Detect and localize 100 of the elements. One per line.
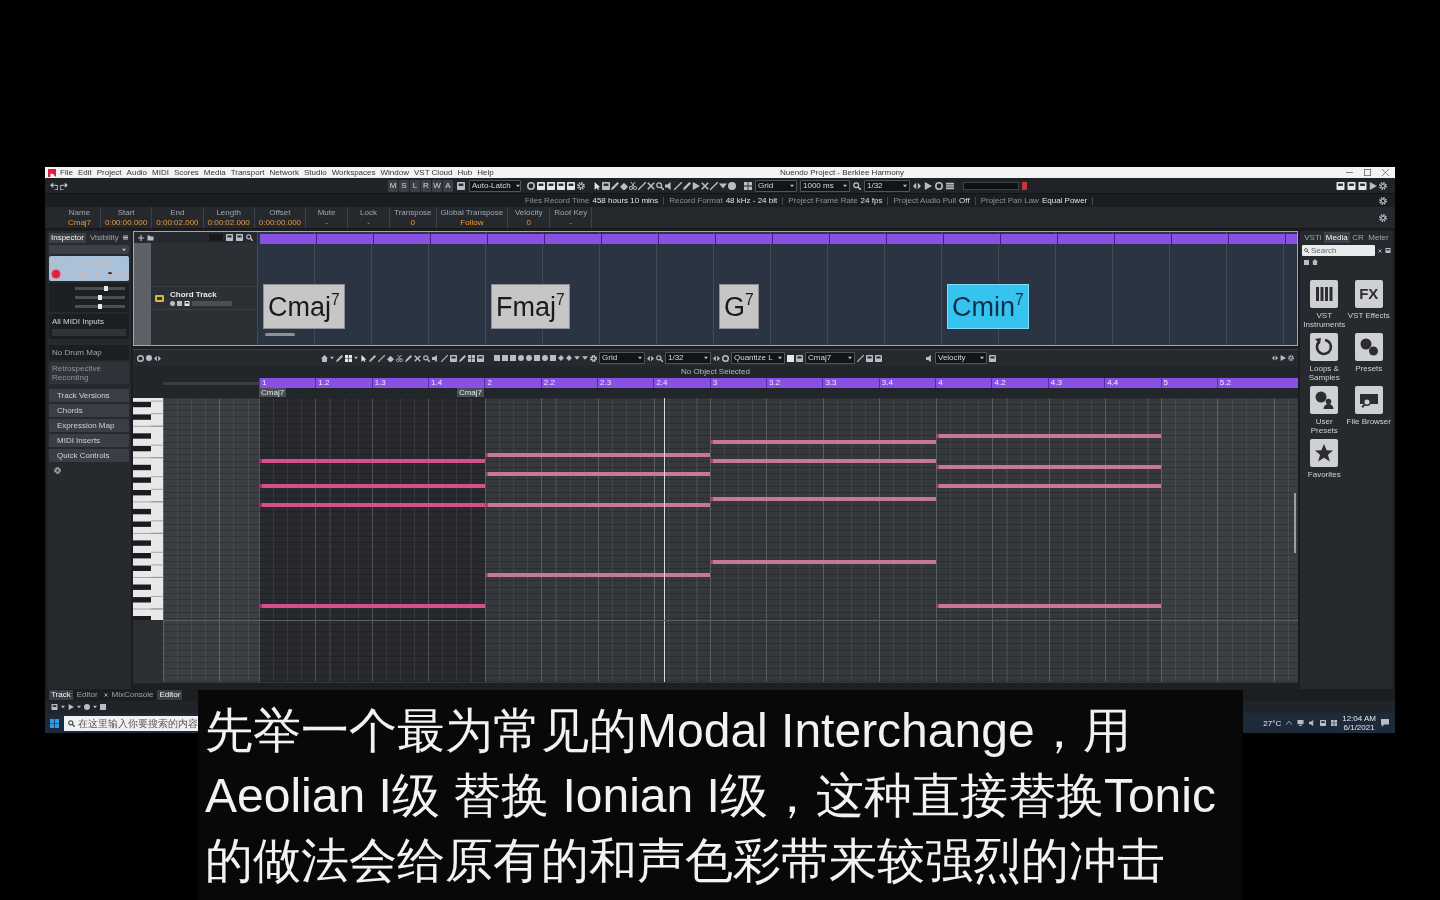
speaker-icon[interactable] — [665, 181, 673, 190]
dot-icon[interactable] — [542, 355, 548, 361]
chord-event[interactable]: Fmaj$^{7}$ — [491, 284, 570, 329]
magnifier-icon[interactable] — [853, 181, 861, 190]
pencil-icon[interactable] — [336, 354, 343, 362]
midi-output-field[interactable] — [52, 329, 126, 336]
panel-icon[interactable] — [875, 354, 882, 362]
scissors-icon[interactable] — [629, 181, 637, 190]
panel-icon[interactable] — [1320, 720, 1327, 726]
panel-icon[interactable] — [567, 181, 575, 190]
zone-tab[interactable]: CR — [1349, 232, 1366, 243]
line-tool-icon[interactable] — [638, 181, 646, 190]
info-value[interactable]: 0:00:00.000 — [258, 218, 302, 227]
cross-icon[interactable] — [1378, 248, 1382, 253]
gear-icon[interactable] — [1288, 355, 1294, 361]
retrospective-recording-dropdown[interactable]: Retrospective Recording — [49, 362, 129, 384]
midi-note[interactable] — [710, 459, 936, 464]
scrollbar-track[interactable] — [133, 682, 1298, 689]
close-icon[interactable] — [1382, 169, 1389, 176]
menu-item[interactable]: MIDI — [152, 167, 169, 178]
pencil-icon[interactable] — [369, 354, 376, 362]
midi-note[interactable] — [484, 452, 710, 457]
speaker-icon[interactable] — [432, 354, 439, 362]
panel-icon[interactable] — [557, 181, 565, 190]
inspector-tab[interactable]: Visibility — [87, 232, 121, 243]
search-field[interactable]: Search — [1302, 245, 1375, 256]
controller-dropdown[interactable]: Velocity — [935, 352, 987, 364]
panel-icon[interactable] — [51, 704, 58, 710]
info-value[interactable]: 0 — [526, 218, 531, 227]
media-tile[interactable]: Loops & Samples — [1302, 333, 1347, 382]
dot-icon[interactable] — [146, 355, 152, 361]
caret-icon[interactable] — [61, 705, 65, 709]
chord-event-label[interactable]: Cmaj7 — [259, 388, 287, 397]
info-value[interactable]: Cmaj7 — [67, 218, 92, 227]
panel-icon[interactable] — [602, 181, 610, 190]
chord-event[interactable]: Cmaj$^{7}$ — [263, 284, 345, 329]
slider-thumb[interactable] — [104, 286, 108, 291]
panel-icon[interactable] — [1347, 181, 1356, 190]
ring-icon[interactable] — [935, 181, 943, 190]
ring-icon[interactable] — [722, 354, 729, 362]
state-button[interactable]: S — [399, 179, 409, 192]
bars-icon[interactable] — [946, 181, 954, 190]
midi-note[interactable] — [710, 496, 936, 501]
panel-icon[interactable] — [477, 354, 484, 362]
panel-icon[interactable] — [184, 301, 190, 306]
caret-icon[interactable] — [77, 705, 81, 709]
inspector-section[interactable]: Quick Controls — [49, 449, 129, 462]
midi-note[interactable] — [935, 433, 1161, 438]
panel-icon[interactable] — [1358, 181, 1367, 190]
slider-track[interactable] — [75, 305, 125, 308]
snap-type-dropdown[interactable]: Grid — [755, 179, 797, 192]
ring-icon[interactable] — [527, 181, 535, 190]
magnifier-icon[interactable] — [656, 354, 663, 362]
media-tile[interactable]: Favorites — [1302, 439, 1347, 479]
panel-icon[interactable] — [106, 271, 113, 277]
menu-item[interactable]: Media — [203, 167, 226, 178]
panel-icon[interactable] — [236, 234, 243, 241]
track-row[interactable]: Chord Track — [151, 286, 257, 310]
midi-note[interactable] — [259, 459, 485, 464]
grid-icon[interactable] — [744, 181, 752, 190]
info-value[interactable]: - — [569, 218, 573, 227]
line-tool-icon[interactable] — [378, 354, 385, 362]
midi-input-dropdown[interactable]: All MIDI Inputs — [52, 317, 126, 326]
panel-icon[interactable] — [547, 181, 555, 190]
state-button[interactable]: R — [421, 179, 431, 192]
info-value[interactable]: - — [325, 218, 328, 227]
menu-item[interactable]: VST Cloud — [413, 167, 453, 178]
dot-icon[interactable] — [518, 355, 524, 361]
panel-icon[interactable] — [450, 354, 457, 362]
slider-track[interactable] — [75, 296, 125, 299]
quantize-dropdown[interactable]: 1/32 — [864, 179, 910, 192]
dot-icon[interactable] — [526, 355, 532, 361]
automation-mode-dropdown[interactable]: Auto-Latch — [469, 179, 521, 192]
slider-thumb[interactable] — [98, 304, 102, 309]
panel-icon[interactable] — [1385, 248, 1391, 253]
slider-track[interactable] — [75, 287, 125, 290]
arrows-icon[interactable] — [647, 354, 654, 362]
arrows-icon[interactable] — [913, 181, 921, 190]
scrollbar-thumb[interactable] — [265, 333, 295, 336]
dot-icon[interactable] — [170, 301, 175, 306]
square-icon[interactable] — [787, 354, 794, 362]
folder-icon[interactable] — [147, 234, 154, 241]
caret-icon[interactable] — [719, 181, 727, 190]
grid-icon[interactable] — [1331, 720, 1338, 726]
caret-up-icon[interactable] — [1286, 720, 1293, 726]
cross-icon[interactable] — [414, 354, 421, 362]
triangle-icon[interactable] — [1369, 181, 1377, 190]
line-tool-icon[interactable] — [441, 354, 448, 362]
magnifier-icon[interactable] — [246, 234, 253, 241]
info-value[interactable]: - — [367, 218, 370, 227]
caret-icon[interactable] — [354, 356, 358, 360]
clock-time[interactable]: 12:04 AM — [1342, 714, 1376, 723]
midi-note[interactable] — [710, 440, 936, 445]
midi-note[interactable] — [710, 559, 936, 564]
caret-icon[interactable] — [93, 705, 97, 709]
zone-tab[interactable]: Editor — [157, 690, 183, 700]
eraser-icon[interactable] — [620, 181, 628, 190]
pointer-icon[interactable] — [360, 354, 367, 362]
state-button[interactable]: A — [443, 179, 453, 192]
menu-item[interactable]: Studio — [303, 167, 327, 178]
